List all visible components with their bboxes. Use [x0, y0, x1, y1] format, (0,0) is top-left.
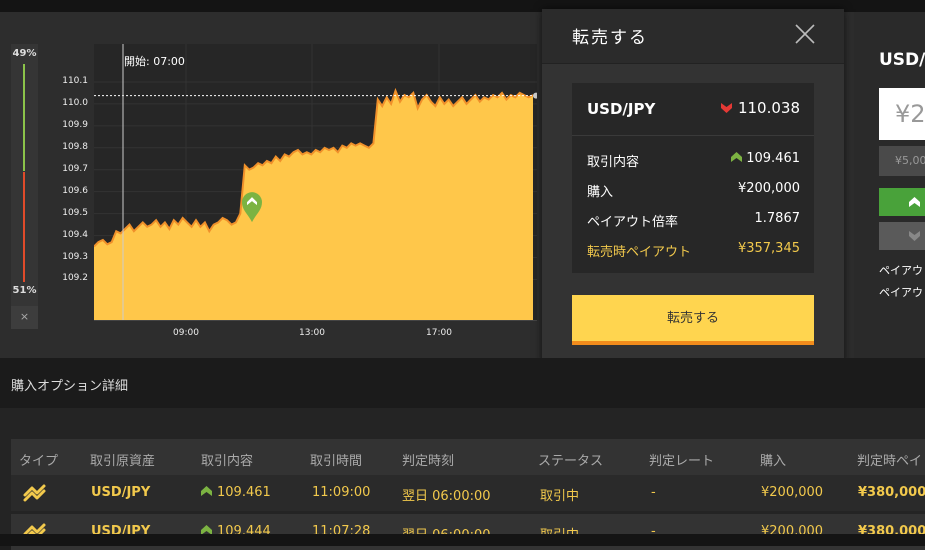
- row-label-content: 取引内容: [587, 155, 640, 170]
- down-arrow-icon: [909, 231, 920, 241]
- cell-time: 11:09:00: [312, 485, 371, 500]
- cell-status: 取引中: [540, 489, 580, 504]
- low-ratio-line: [23, 172, 25, 282]
- row-value-content: 109.461: [731, 151, 800, 166]
- trade-panel-title: USD/: [879, 50, 925, 70]
- cell-purchase: ¥200,000: [761, 485, 824, 500]
- price-chart: [94, 44, 537, 320]
- x-tick-label: 09:00: [173, 328, 199, 338]
- row-value-multiplier: 1.7867: [754, 211, 801, 226]
- cell-content: 109.461: [201, 485, 271, 500]
- table-header: タイプ 取引原資産 取引内容 取引時間 判定時刻 ステータス 判定レート 購入 …: [11, 439, 925, 475]
- asset-row: USD/JPY 110.038: [572, 83, 814, 136]
- high-button[interactable]: [879, 188, 925, 216]
- trade-panel: USD/ ¥2 ¥5,00 ペイアウ ペイアウ: [854, 12, 925, 358]
- y-tick-label: 109.9: [62, 119, 88, 130]
- y-tick-label: 109.3: [62, 251, 88, 262]
- x-tick-label: 13:00: [299, 328, 325, 338]
- dialog-title: 転売する: [572, 28, 648, 48]
- up-arrow-icon: [909, 197, 920, 207]
- low-button[interactable]: [879, 222, 925, 250]
- up-arrow-icon: [201, 486, 212, 496]
- cell-judge-time: 翌日 06:00:00: [402, 489, 491, 504]
- dialog-header: 転売する: [542, 9, 844, 64]
- cell-asset: USD/JPY: [91, 485, 151, 500]
- column-header: 取引時間: [310, 454, 363, 469]
- close-icon[interactable]: [794, 23, 816, 45]
- y-tick-label: 109.6: [62, 185, 88, 196]
- high-ratio-line: [23, 64, 25, 171]
- column-header: 取引原資産: [90, 454, 156, 469]
- sell-dialog: 転売する USD/JPY 110.038 取引内容 109.461 購入 ¥20…: [542, 9, 844, 366]
- payout-label: ペイアウ: [879, 264, 923, 277]
- down-arrow-icon: [720, 103, 732, 113]
- y-tick-label: 109.2: [62, 273, 88, 284]
- column-header: 判定レート: [649, 454, 715, 469]
- column-header: ステータス: [538, 454, 604, 469]
- start-label: 開始: 07:00: [124, 55, 185, 68]
- column-header: 取引内容: [201, 454, 254, 469]
- row-label-multiplier: ペイアウト倍率: [587, 215, 679, 230]
- column-header: 購入: [760, 454, 787, 469]
- y-tick-label: 109.8: [62, 141, 88, 152]
- current-rate: 110.038: [720, 99, 800, 117]
- asset-name: USD/JPY: [587, 100, 656, 118]
- details-title: 購入オプション詳細: [11, 379, 129, 394]
- options-table: タイプ 取引原資産 取引内容 取引時間 判定時刻 ステータス 判定レート 購入 …: [0, 408, 925, 550]
- row-value-payout: ¥357,345: [737, 241, 800, 256]
- column-header: 判定時刻: [402, 454, 455, 469]
- details-header: 購入オプション詳細: [0, 358, 925, 408]
- row-label-purchase: 購入: [587, 185, 614, 200]
- y-tick-label: 110.0: [62, 97, 88, 108]
- column-header: タイプ: [19, 454, 59, 469]
- table-row[interactable]: USD/JPY 109.461 11:09:00 翌日 06:00:00 取引中…: [11, 475, 925, 511]
- row-value-purchase: ¥200,000: [737, 181, 800, 196]
- ratio-bar: 49% 51% ×: [11, 44, 38, 329]
- sell-button[interactable]: 転売する: [572, 295, 814, 345]
- sell-info-card: USD/JPY 110.038 取引内容 109.461 購入 ¥200,000…: [572, 83, 814, 273]
- bottom-bar: [0, 534, 925, 546]
- option-type-icon: [23, 484, 46, 502]
- row-label-payout: 転売時ペイアウト: [587, 245, 692, 260]
- cell-judge-rate: -: [651, 485, 656, 500]
- y-tick-label: 109.4: [62, 229, 88, 240]
- high-ratio: 49%: [12, 48, 37, 59]
- low-ratio: 51%: [12, 285, 37, 296]
- cell-payout: ¥380,000: [858, 485, 925, 500]
- y-tick-label: 110.1: [62, 75, 88, 86]
- up-arrow-icon: [731, 152, 743, 162]
- x-tick-label: 17:00: [426, 328, 452, 338]
- payout-label-2: ペイアウ: [879, 286, 923, 299]
- y-tick-label: 109.5: [62, 207, 88, 218]
- amount-preset-button[interactable]: ¥5,00: [879, 146, 925, 176]
- close-icon[interactable]: ×: [11, 310, 38, 323]
- y-tick-label: 109.7: [62, 163, 88, 174]
- amount-input[interactable]: ¥2: [879, 88, 925, 140]
- column-header: 判定時ペイ: [857, 454, 923, 469]
